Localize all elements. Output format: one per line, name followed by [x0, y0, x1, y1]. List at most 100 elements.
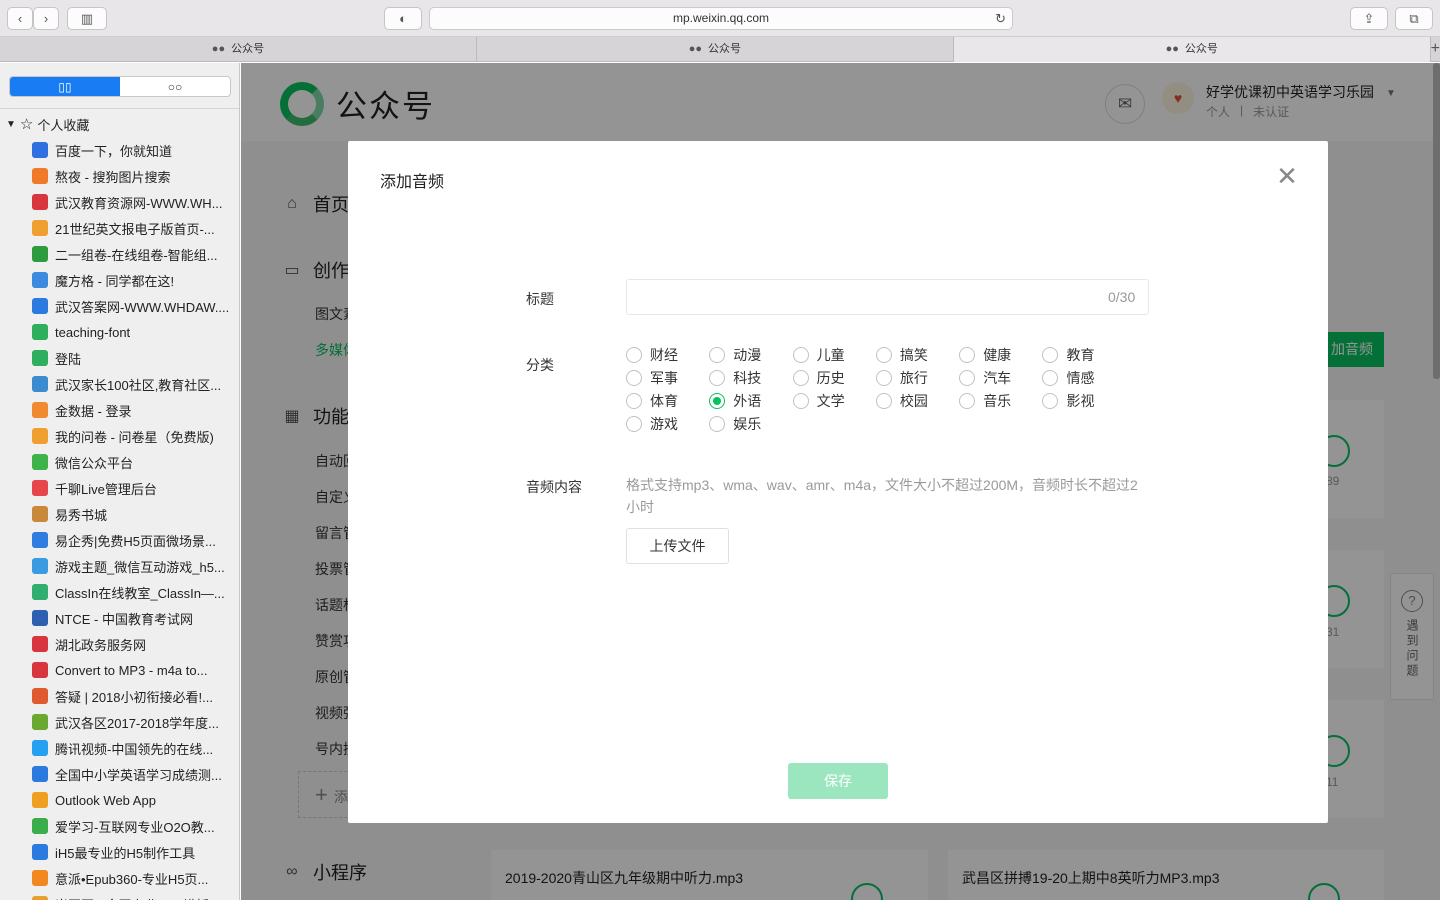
bookmark-label: 登陆 [55, 351, 82, 367]
bookmark-item[interactable]: 当图图 - 全国专业PPT模板... [32, 891, 236, 900]
bookmark-item[interactable]: 21世纪英文报电子版首页-... [32, 215, 236, 241]
radio-unchecked-icon[interactable] [626, 370, 642, 386]
wechat-icon: ●● [211, 43, 226, 55]
radio-unchecked-icon[interactable] [792, 370, 809, 386]
category-option[interactable]: 校园 [875, 392, 959, 410]
category-option[interactable]: 影视 [1042, 392, 1125, 410]
radio-unchecked-icon[interactable] [626, 347, 642, 363]
category-option[interactable]: 军事 [626, 369, 709, 387]
eqx-icon [32, 532, 48, 548]
new-tab-button[interactable]: + [1431, 37, 1440, 61]
category-option[interactable]: 教育 [1042, 346, 1125, 364]
bookmark-item[interactable]: 易企秀|免费H5页面微场景... [32, 527, 236, 553]
bookmark-item[interactable]: 腾讯视频-中国领先的在线... [32, 735, 236, 761]
radio-unchecked-icon[interactable] [1042, 347, 1059, 363]
bookmark-item[interactable]: 答疑 | 2018小初衔接必看!... [32, 683, 236, 709]
bookmark-label: 爱学习-互联网专业O2O教... [55, 819, 215, 835]
radio-unchecked-icon[interactable] [792, 347, 809, 363]
bookmark-item[interactable]: 全国中小学英语学习成绩测... [32, 761, 236, 787]
bookmark-item[interactable]: 意派•Epub360-专业H5页... [32, 865, 236, 891]
category-option[interactable]: 儿童 [792, 346, 876, 364]
upload-file-button[interactable]: 上传文件 [626, 528, 729, 564]
bookmark-item[interactable]: ClassIn在线教室_ClassIn—... [32, 579, 236, 605]
category-option[interactable]: 体育 [626, 392, 709, 410]
browser-tab[interactable]: ●● 公众号 [0, 37, 477, 62]
sidebar-toggle-button[interactable]: ▥ [67, 7, 107, 30]
bookmark-item[interactable]: NTCE - 中国教育考试网 [32, 605, 236, 631]
category-option[interactable]: 外语 [709, 392, 792, 410]
bookmark-label: 百度一下，你就知道 [55, 143, 173, 159]
radio-unchecked-icon[interactable] [709, 347, 726, 363]
bookmark-item[interactable]: 武汉答案网-WWW.WHDAW.... [32, 293, 236, 319]
category-option[interactable]: 动漫 [709, 346, 792, 364]
bookmark-item[interactable]: 登陆 [32, 345, 236, 371]
bookmark-item[interactable]: 我的问卷 - 问卷星（免费版) [32, 423, 236, 449]
bookmark-folder[interactable]: ▼ ☆ 个人收藏 [6, 115, 89, 133]
category-option[interactable]: 情感 [1042, 369, 1125, 387]
category-option[interactable]: 财经 [626, 346, 709, 364]
category-option[interactable]: 娱乐 [709, 415, 792, 433]
bookmarks-tab[interactable]: ▯▯ [10, 77, 120, 96]
bookmark-item[interactable]: 微信公众平台 [32, 449, 236, 475]
bookmark-item[interactable]: 武汉家长100社区,教育社区... [32, 371, 236, 397]
close-icon[interactable]: ✕ [1273, 162, 1301, 190]
radio-unchecked-icon[interactable] [792, 393, 809, 409]
radio-unchecked-icon[interactable] [626, 416, 642, 432]
bookmark-item[interactable]: 武汉各区2017-2018学年度... [32, 709, 236, 735]
bookmark-item[interactable]: 易秀书城 [32, 501, 236, 527]
bookmark-item[interactable]: 游戏主题_微信互动游戏_h5... [32, 553, 236, 579]
category-option[interactable]: 搞笑 [875, 346, 959, 364]
title-input[interactable] [626, 279, 1149, 315]
radio-unchecked-icon[interactable] [959, 347, 976, 363]
globe-icon [32, 844, 48, 860]
radio-unchecked-icon[interactable] [875, 370, 892, 386]
radio-unchecked-icon[interactable] [709, 416, 726, 432]
category-option[interactable]: 科技 [709, 369, 792, 387]
category-option[interactable]: 旅行 [875, 369, 959, 387]
radio-unchecked-icon[interactable] [959, 370, 976, 386]
bookmark-label: 21世纪英文报电子版首页-... [55, 221, 215, 237]
save-button[interactable]: 保存 [788, 763, 888, 799]
category-option[interactable]: 历史 [792, 369, 876, 387]
play-icon [32, 740, 48, 756]
bookmark-item[interactable]: 魔方格 - 同学都在这! [32, 267, 236, 293]
bookmark-item[interactable]: 百度一下，你就知道 [32, 137, 236, 163]
privacy-button[interactable]: ◐ [384, 7, 422, 30]
reading-list-tab[interactable]: ○○ [120, 77, 230, 96]
bookmark-item[interactable]: 金数据 - 登录 [32, 397, 236, 423]
bookmark-item[interactable]: 千聊Live管理后台 [32, 475, 236, 501]
radio-unchecked-icon[interactable] [1042, 393, 1059, 409]
reload-icon[interactable]: ↻ [995, 8, 1006, 29]
forward-button[interactable]: › [33, 7, 59, 30]
radio-unchecked-icon[interactable] [1042, 370, 1059, 386]
bookmark-item[interactable]: 爱学习-互联网专业O2O教... [32, 813, 236, 839]
back-button[interactable]: ‹ [7, 7, 33, 30]
bookmark-item[interactable]: iH5最专业的H5制作工具 [32, 839, 236, 865]
bookmark-item[interactable]: Outlook Web App [32, 787, 236, 813]
runner-icon [32, 246, 48, 262]
tabs-overview-button[interactable]: ⧉ [1395, 7, 1433, 30]
bookmark-item[interactable]: teaching-font [32, 319, 236, 345]
tab-bar: ●● 公众号 ●● 公众号 ●● 公众号 + [0, 37, 1440, 62]
category-option[interactable]: 音乐 [959, 392, 1042, 410]
book-icon: ▯▯ [58, 79, 72, 94]
radio-unchecked-icon[interactable] [875, 347, 892, 363]
radio-unchecked-icon[interactable] [875, 393, 892, 409]
browser-tab[interactable]: ●● 公众号 [953, 37, 1431, 62]
address-bar[interactable]: mp.weixin.qq.com ↻ [429, 7, 1013, 30]
radio-unchecked-icon[interactable] [959, 393, 976, 409]
bookmark-item[interactable]: Convert to MP3 - m4a to... [32, 657, 236, 683]
category-option[interactable]: 游戏 [626, 415, 709, 433]
category-option[interactable]: 健康 [959, 346, 1042, 364]
bookmark-item[interactable]: 武汉教育资源网-WWW.WH... [32, 189, 236, 215]
share-button[interactable]: ⇪ [1350, 7, 1388, 30]
bookmark-item[interactable]: 二一组卷-在线组卷-智能组... [32, 241, 236, 267]
radio-unchecked-icon[interactable] [709, 370, 726, 386]
bookmark-item[interactable]: 熬夜 - 搜狗图片搜索 [32, 163, 236, 189]
radio-checked-icon[interactable] [709, 393, 726, 409]
browser-tab[interactable]: ●● 公众号 [477, 37, 954, 62]
category-option[interactable]: 汽车 [959, 369, 1042, 387]
radio-unchecked-icon[interactable] [626, 393, 642, 409]
category-option[interactable]: 文学 [792, 392, 876, 410]
bookmark-item[interactable]: 湖北政务服务网 [32, 631, 236, 657]
